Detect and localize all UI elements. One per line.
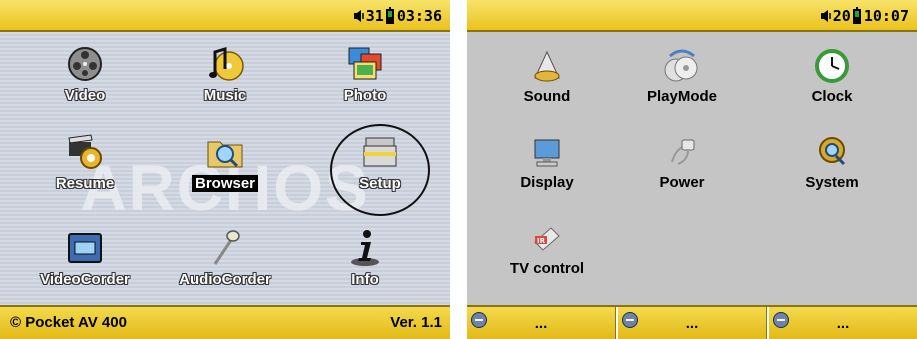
status-indicators: 20 10:07 xyxy=(820,6,909,26)
menu-item-resume[interactable]: Resume xyxy=(20,132,150,192)
setup-item-tv-control[interactable]: IR TV control xyxy=(482,220,612,277)
setup-item-power[interactable]: Power xyxy=(617,134,747,191)
menu-label: Resume xyxy=(55,175,115,192)
softkey-bar: ... ... ... xyxy=(467,305,917,339)
speaker-icon xyxy=(534,50,560,82)
softkey-label: ... xyxy=(534,315,548,332)
menu-item-info[interactable]: Info xyxy=(300,228,430,288)
clapper-gear-icon xyxy=(68,134,102,169)
menu-label: Video xyxy=(64,87,106,104)
highlight-circle xyxy=(330,124,430,216)
softkey-2[interactable]: ... xyxy=(618,307,766,339)
setup-item-sound[interactable]: Sound xyxy=(482,48,612,105)
setup-label: Display xyxy=(520,174,574,191)
menu-item-photo[interactable]: Photo xyxy=(300,44,430,104)
main-menu-screen: 31 03:36 ARCHOS Video Music xyxy=(0,0,450,339)
svg-text:IR: IR xyxy=(537,237,546,245)
menu-item-videocorder[interactable]: VideoCorder xyxy=(20,228,150,288)
setup-menu-area: Sound PlayMode Clock Display Power Syste… xyxy=(467,32,917,305)
menu-item-audiocorder[interactable]: AudioCorder xyxy=(160,228,290,288)
setup-label: Power xyxy=(659,174,705,191)
menu-item-music[interactable]: Music xyxy=(160,44,290,104)
info-icon xyxy=(351,230,379,266)
setup-item-display[interactable]: Display xyxy=(482,134,612,191)
monitor-icon xyxy=(534,139,560,167)
folder-magnifier-icon xyxy=(207,141,243,168)
setup-item-clock[interactable]: Clock xyxy=(767,48,897,105)
setup-label: System xyxy=(805,174,859,191)
gear-magnifier-icon xyxy=(819,137,846,166)
setup-label: Clock xyxy=(811,88,853,105)
battery-icon xyxy=(852,6,861,24)
status-bar: 20 10:07 xyxy=(467,0,917,32)
setup-label: PlayMode xyxy=(646,88,718,105)
film-reel-icon xyxy=(68,47,102,81)
softkey-3[interactable]: ... xyxy=(769,307,917,339)
speaker-icon xyxy=(353,10,364,22)
status-indicators: 31 03:36 xyxy=(353,6,442,26)
setup-item-playmode[interactable]: PlayMode xyxy=(617,48,747,105)
setup-label: Sound xyxy=(523,88,571,105)
menu-label: AudioCorder xyxy=(179,271,271,288)
version-label: Ver. 1.1 xyxy=(390,314,442,331)
softkey-label: ... xyxy=(685,315,699,332)
clock-time: 10:07 xyxy=(863,7,909,25)
menu-item-browser[interactable]: Browser xyxy=(160,132,290,192)
menu-label: Photo xyxy=(343,87,387,104)
setup-screen: 20 10:07 Sound PlayMode Clock Display Po… xyxy=(467,0,917,339)
softkey-1[interactable]: ... xyxy=(467,307,615,339)
menu-item-video[interactable]: Video xyxy=(20,44,150,104)
battery-icon xyxy=(385,6,394,24)
status-bar: 31 03:36 xyxy=(0,0,450,32)
softkey-label: ... xyxy=(836,315,850,332)
setup-item-system[interactable]: System xyxy=(767,134,897,191)
clock-icon xyxy=(815,49,849,83)
ir-remote-icon: IR xyxy=(534,227,560,251)
menu-label-selected: Browser xyxy=(191,175,259,192)
power-plug-icon xyxy=(671,139,695,165)
video-cassette-icon xyxy=(68,233,102,263)
clock-time: 03:36 xyxy=(396,7,442,25)
photo-frames-icon xyxy=(348,47,382,80)
menu-label: Music xyxy=(203,87,247,104)
speaker-icon xyxy=(820,10,831,22)
volume-level: 20 xyxy=(832,7,851,25)
music-note-cd-icon xyxy=(209,46,244,81)
volume-level: 31 xyxy=(365,7,384,25)
menu-label: Info xyxy=(351,271,379,288)
setup-label: TV control xyxy=(509,260,585,277)
microphone-icon xyxy=(213,230,240,265)
menu-label: VideoCorder xyxy=(40,271,130,288)
discs-icon xyxy=(664,49,698,82)
footer-bar: © Pocket AV 400 Ver. 1.1 xyxy=(0,305,450,339)
product-name: © Pocket AV 400 xyxy=(10,314,127,331)
